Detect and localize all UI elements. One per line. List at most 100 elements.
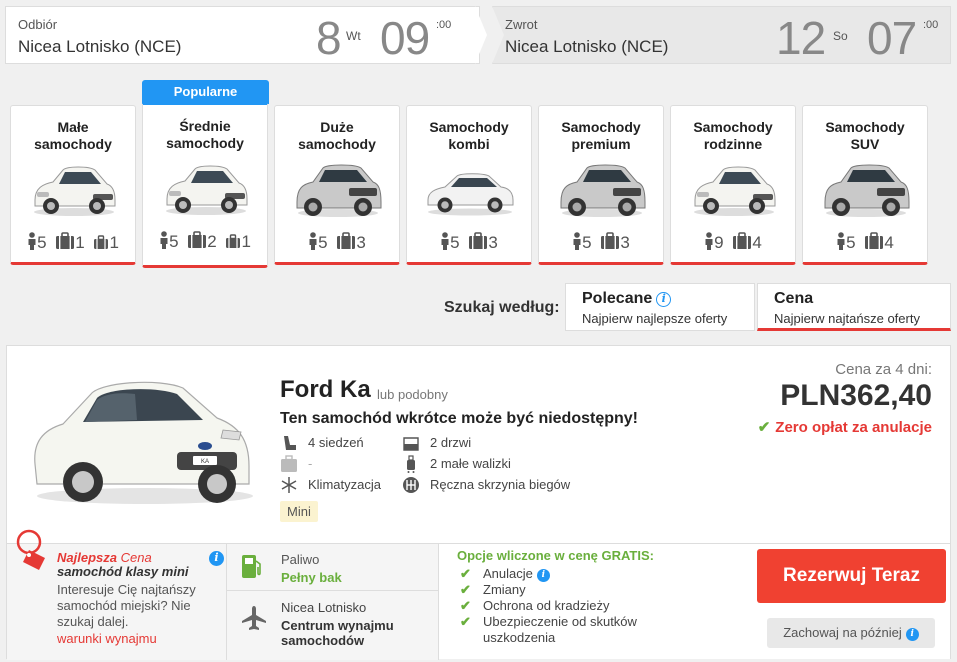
fuel-label: Paliwo xyxy=(281,552,320,567)
price-value: PLN362,40 xyxy=(780,379,932,412)
save-for-later-button[interactable]: Zachowaj na później i xyxy=(767,618,935,648)
category-specs: 5 4 xyxy=(803,232,927,253)
seats-count: 5 xyxy=(582,233,592,252)
large-bag-icon xyxy=(281,455,297,472)
car-image xyxy=(29,158,119,218)
deal-title: Najlepsza Cena samochód klasy mini xyxy=(57,550,189,579)
small-bag-icon xyxy=(93,235,109,250)
category-specs: 5 2 1 xyxy=(143,231,267,252)
dropoff-hour: 07 xyxy=(867,12,917,64)
small-bag-icon xyxy=(407,455,415,473)
check-icon: ✔ xyxy=(460,614,471,629)
bag-icon xyxy=(600,232,620,250)
seat-icon xyxy=(159,231,169,249)
check-icon: ✔ xyxy=(460,582,471,597)
category-medium-cars[interactable]: Średnie samochody 5 2 1 xyxy=(142,102,268,268)
included-item: ✔ Anulacje i xyxy=(457,566,667,582)
bag-icon xyxy=(732,232,752,250)
reserve-button[interactable]: Rezerwuj Teraz xyxy=(757,549,946,603)
small-bags-count: 1 xyxy=(241,232,251,251)
deal-box: Najlepsza Cena samochód klasy mini i Inte… xyxy=(7,529,227,660)
info-icon[interactable]: i xyxy=(209,551,224,566)
category-title: Duże samochody xyxy=(298,119,376,152)
seats-count: 5 xyxy=(318,233,328,252)
location-type: Centrum wynajmu samochodów xyxy=(281,618,394,648)
category-estate-cars[interactable]: Samochody kombi 5 3 xyxy=(406,105,532,265)
seat-icon xyxy=(27,232,37,250)
small-bag-icon xyxy=(225,234,241,249)
info-icon[interactable]: i xyxy=(536,569,550,582)
included-item: ✔ Zmiany xyxy=(460,582,526,597)
bags-count: 4 xyxy=(752,233,762,252)
sort-price[interactable]: Cena Najpierw najtańsze oferty xyxy=(757,283,951,331)
seats-count: 5 xyxy=(169,232,179,251)
check-icon: ✔ xyxy=(757,419,771,436)
seat-icon xyxy=(308,232,318,250)
sort-label: Szukaj według: xyxy=(444,299,560,316)
category-title: Samochody kombi xyxy=(429,119,509,152)
sort-option-title: Cena xyxy=(774,290,814,307)
category-title: Samochody rodzinne xyxy=(693,119,773,152)
category-family-cars[interactable]: Samochody rodzinne 9 4 xyxy=(670,105,796,265)
svg-text:KA: KA xyxy=(201,459,209,465)
car-image xyxy=(161,157,251,217)
pickup-weekday: Wt xyxy=(346,29,361,43)
car-image xyxy=(557,158,647,218)
fuel-value: Pełny bak xyxy=(281,570,342,585)
car-image xyxy=(293,158,383,218)
seats-count: 9 xyxy=(714,233,724,252)
offer-car-image: KA xyxy=(34,381,253,504)
fuel-pump-icon xyxy=(242,555,261,578)
seat-icon xyxy=(284,436,296,450)
sort-recommended[interactable]: Polecane i Najpierw najlepsze oferty xyxy=(565,283,755,331)
pickup-panel[interactable]: Odbiór Nicea Lotnisko (NCE) 8 Wt 09 :00 xyxy=(5,6,480,64)
car-class-tag: Mini xyxy=(280,501,318,522)
category-small-cars[interactable]: Małe samochody 5 1 1 xyxy=(10,105,136,265)
category-suv-cars[interactable]: Samochody SUV 5 4 xyxy=(802,105,928,265)
large-bag-icon xyxy=(55,232,75,250)
price-tag-icon xyxy=(16,529,45,570)
category-specs: 9 4 xyxy=(671,232,795,253)
popular-badge: Popularne xyxy=(142,80,269,104)
bags-count: 3 xyxy=(356,233,366,252)
seat-icon xyxy=(572,232,582,250)
location-name: Nicea Lotnisko xyxy=(281,600,367,615)
car-image xyxy=(821,158,911,218)
included-options: Opcje wliczone w cenę GRATIS: ✔ Anulacje i… xyxy=(457,548,667,646)
check-icon: ✔ xyxy=(460,598,471,613)
pickup-minutes: :00 xyxy=(436,19,452,31)
bag-icon xyxy=(864,232,884,250)
dropoff-minutes: :00 xyxy=(923,19,939,31)
plane-icon xyxy=(242,606,266,630)
dropoff-day: 12 xyxy=(776,12,826,64)
rental-terms-link[interactable]: warunki wynajmu xyxy=(57,631,157,646)
large-bag-icon xyxy=(187,231,207,249)
bags-count: 3 xyxy=(488,233,498,252)
date-bar: Odbiór Nicea Lotnisko (NCE) 8 Wt 09 :00 … xyxy=(5,6,951,64)
dropoff-location: Nicea Lotnisko (NCE) xyxy=(505,37,669,56)
offer-details-strip: Najlepsza Cena samochód klasy mini i Inte… xyxy=(7,529,950,660)
info-icon[interactable]: i xyxy=(905,628,919,641)
category-premium-cars[interactable]: Samochody premium 5 3 xyxy=(538,105,664,265)
category-title: Małe samochody xyxy=(34,119,112,152)
availability-warning: Ten samochód wkrótce może być niedostępn… xyxy=(280,410,638,427)
dropoff-panel[interactable]: Zwrot Nicea Lotnisko (NCE) 12 So 07 :00 xyxy=(492,6,951,64)
free-cancellation: ✔ Zero opłat za anulacje xyxy=(757,419,932,436)
snowflake-icon xyxy=(281,477,297,493)
dropoff-label: Zwrot xyxy=(505,17,538,32)
seats-count: 5 xyxy=(37,233,47,252)
bag-icon xyxy=(468,232,488,250)
category-large-cars[interactable]: Duże samochody 5 3 xyxy=(274,105,400,265)
car-image xyxy=(689,158,779,218)
check-icon: ✔ xyxy=(460,566,471,581)
included-item: ✔ Ubezpieczenie od skutków uszkodzenia xyxy=(460,614,637,645)
category-title: Średnie samochody xyxy=(166,118,244,151)
info-icon[interactable]: i xyxy=(656,292,672,307)
small-bags-count: 1 xyxy=(109,233,119,252)
door-icon xyxy=(403,437,419,451)
sort-option-subtitle: Najpierw najlepsze oferty xyxy=(582,311,728,326)
dropoff-weekday: So xyxy=(833,29,848,43)
category-specs: 5 3 xyxy=(275,232,399,253)
car-name: Ford Ka xyxy=(280,376,371,403)
seat-icon xyxy=(704,232,714,250)
